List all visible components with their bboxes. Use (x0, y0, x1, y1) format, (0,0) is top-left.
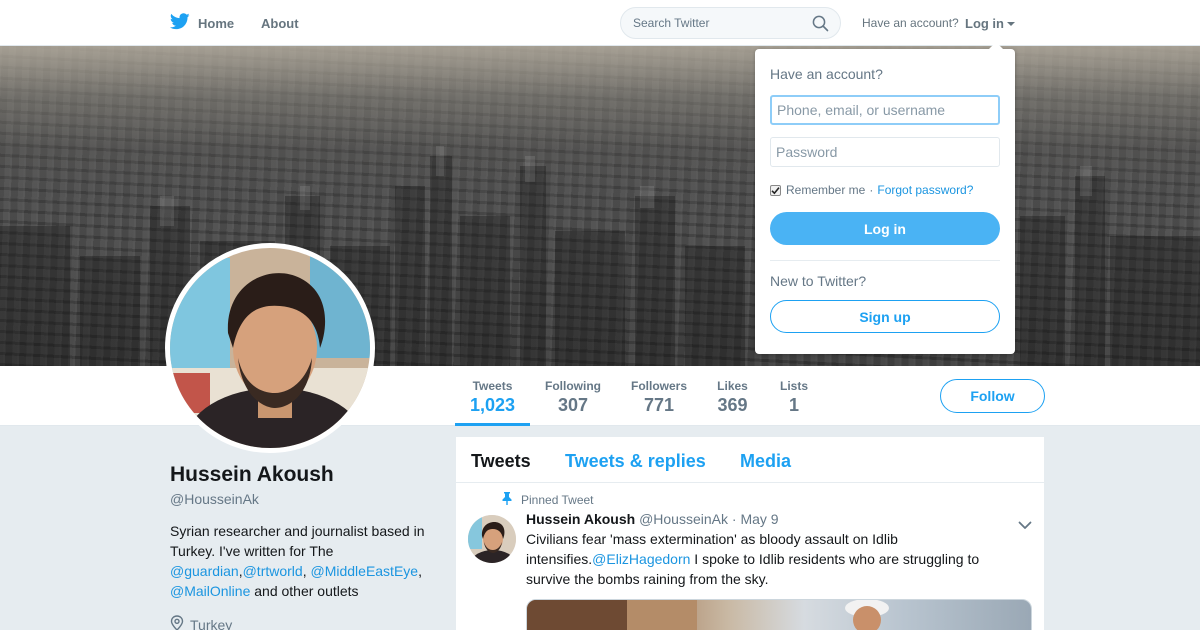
login-submit-button[interactable]: Log in (770, 212, 1000, 245)
bio-text: Syrian researcher and journalist based i… (170, 523, 425, 559)
chevron-down-icon[interactable] (1018, 517, 1032, 535)
location-text: Turkey (190, 616, 233, 630)
tweet-timestamp[interactable]: May 9 (740, 511, 778, 527)
tab-tweets-and-replies[interactable]: Tweets & replies (565, 451, 706, 472)
pin-icon (502, 492, 512, 508)
tweet-header: Hussein Akoush @HousseinAk · May 9 (526, 511, 779, 527)
tweet-author-handle[interactable]: @HousseinAk (639, 511, 728, 527)
stat-value: 1,023 (469, 395, 516, 415)
tweet-text: Civilians fear 'mass extermination' as b… (526, 529, 1006, 589)
stat-label: Following (545, 379, 601, 393)
stat-tweets[interactable]: Tweets 1,023 (455, 366, 530, 426)
pinned-tweet-context: Pinned Tweet (502, 492, 594, 508)
forgot-password-link[interactable]: Forgot password? (877, 183, 973, 197)
stat-value: 1 (788, 395, 799, 415)
username-field[interactable] (770, 95, 1000, 125)
tab-tweets[interactable]: Tweets (471, 451, 531, 472)
stat-following[interactable]: Following 307 (540, 366, 606, 426)
timeline-tabs: Tweets Tweets & replies Media (456, 437, 1044, 483)
stat-followers[interactable]: Followers 771 (626, 366, 692, 426)
login-toggle-label: Log in (965, 15, 1004, 31)
twitter-bird-icon (169, 13, 190, 33)
stat-label: Likes (717, 379, 748, 393)
tweet-avatar-photo (468, 515, 516, 563)
tweet-mention-link[interactable]: @ElizHagedorn (592, 551, 690, 567)
tweet-media-image (527, 600, 889, 630)
search-input[interactable] (633, 8, 803, 38)
have-account-label: Have an account? (862, 16, 959, 30)
nav-home-link[interactable]: Home (169, 0, 235, 46)
pinned-tweet-label: Pinned Tweet (521, 493, 594, 507)
search-icon[interactable] (812, 15, 829, 37)
bio-mention-link[interactable]: @MiddleEastEye (310, 563, 418, 579)
remember-me-checkbox[interactable] (770, 184, 781, 196)
timeline-panel: Tweets Tweets & replies Media Pinned Twe… (456, 437, 1044, 630)
profile-avatar[interactable] (165, 243, 375, 453)
remember-me-label[interactable]: Remember me (786, 183, 865, 197)
dropdown-arrow (989, 42, 1003, 49)
login-dropdown: Have an account? Remember me · Forgot pa… (755, 42, 1015, 354)
profile-bio: Syrian researcher and journalist based i… (170, 521, 442, 601)
bio-mention-link[interactable]: @trtworld (243, 563, 303, 579)
stat-likes[interactable]: Likes 369 (712, 366, 753, 426)
stat-value: 771 (643, 395, 675, 415)
tab-media[interactable]: Media (740, 451, 791, 472)
profile-location: Turkey (170, 615, 232, 630)
password-field[interactable] (770, 137, 1000, 167)
remember-me-row: Remember me · Forgot password? (770, 183, 973, 197)
avatar-photo (170, 248, 370, 448)
tweet-separator: · (731, 511, 737, 527)
signup-button[interactable]: Sign up (770, 300, 1000, 333)
dropdown-divider (770, 260, 1000, 261)
bio-mention-link[interactable]: @guardian (170, 563, 239, 579)
stat-value: 307 (557, 395, 589, 415)
nav-home-label: Home (198, 15, 235, 31)
stat-label: Followers (630, 379, 687, 393)
follow-button[interactable]: Follow (940, 379, 1045, 413)
tweet-media-preview[interactable] (526, 599, 1032, 630)
profile-name[interactable]: Hussein Akoush (170, 463, 334, 487)
bio-text: and other outlets (250, 583, 359, 599)
stat-value: 369 (717, 395, 748, 415)
caret-down-icon (1007, 21, 1015, 26)
stat-label: Tweets (472, 379, 513, 393)
login-dropdown-title: Have an account? (770, 66, 883, 82)
tweet-author-name[interactable]: Hussein Akoush (526, 511, 635, 527)
tweet-author-avatar[interactable] (468, 515, 516, 563)
stat-label: Lists (779, 379, 808, 393)
bio-mention-link[interactable]: @MailOnline (170, 583, 250, 599)
bio-text: , (418, 563, 422, 579)
remember-separator: · (869, 183, 874, 197)
new-to-twitter-label: New to Twitter? (770, 273, 867, 289)
top-navigation-bar: Home About Have an account? Log in (0, 0, 1200, 46)
nav-about-link[interactable]: About (261, 0, 299, 46)
search-box (620, 7, 841, 39)
stat-lists[interactable]: Lists 1 (776, 366, 812, 426)
location-pin-icon (170, 615, 184, 630)
profile-handle[interactable]: @HousseinAk (170, 491, 259, 507)
login-menu-toggle[interactable]: Log in (965, 0, 1015, 46)
